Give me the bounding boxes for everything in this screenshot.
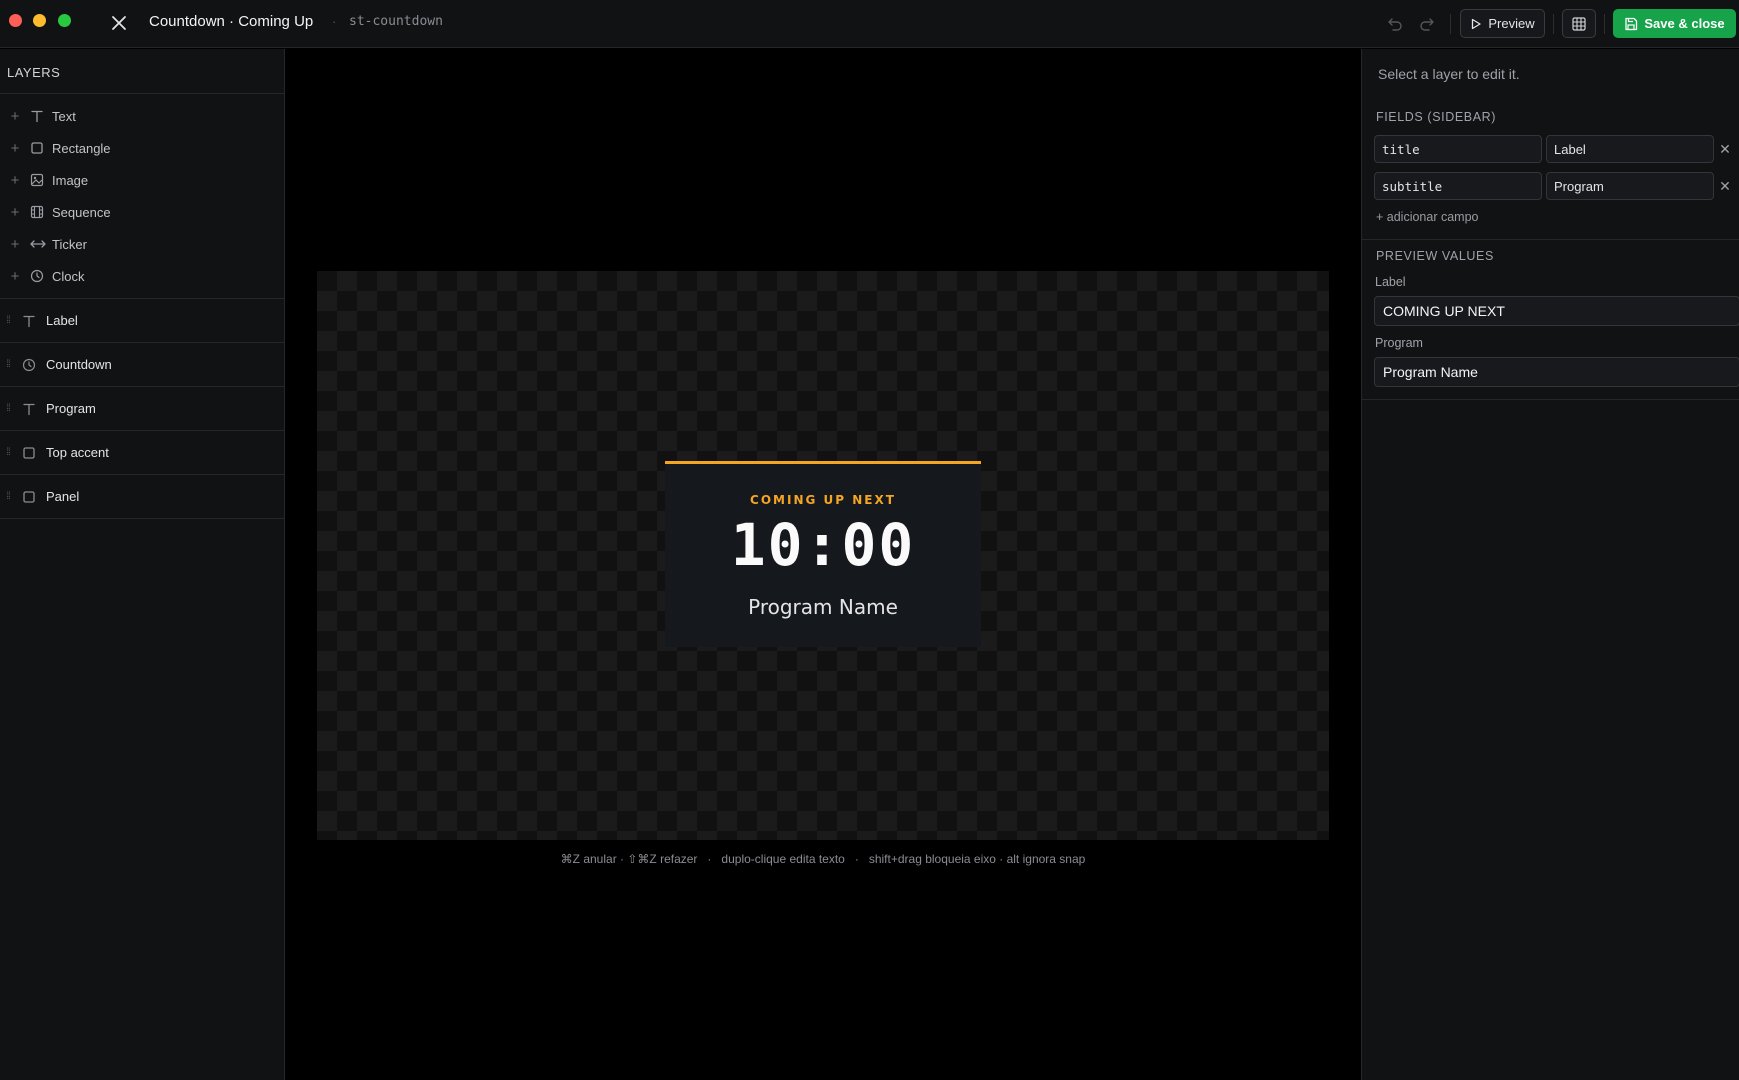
countdown-panel[interactable]: COMING UP NEXT 10:00 Program Name <box>665 461 981 647</box>
ticker-icon <box>30 237 52 251</box>
layer-label: Label <box>46 313 78 328</box>
program-name[interactable]: Program Name <box>665 595 981 619</box>
preview-program-caption: Program <box>1375 336 1423 350</box>
coming-up-label[interactable]: COMING UP NEXT <box>665 493 981 507</box>
preview-button[interactable]: Preview <box>1460 9 1545 38</box>
rectangle-icon <box>22 446 44 460</box>
preview-values-title: PREVIEW VALUES <box>1376 249 1494 263</box>
remove-field-icon[interactable]: ✕ <box>1717 178 1733 194</box>
section-divider <box>1362 399 1739 400</box>
inspector-panel: Select a layer to edit it. FIELDS (SIDEB… <box>1361 49 1739 1080</box>
layer-row-program[interactable]: ⁞⁞ Program <box>0 387 284 431</box>
clock-icon <box>22 358 44 372</box>
undo-icon[interactable] <box>1383 12 1407 36</box>
field-key-input[interactable]: subtitle <box>1374 172 1542 200</box>
plus-icon: + <box>10 107 20 125</box>
rectangle-icon <box>22 490 44 504</box>
add-layer-list: + Text + Rectangle + Image + Sequence + … <box>0 94 284 299</box>
preview-label-caption: Label <box>1375 275 1406 289</box>
save-button-label: Save & close <box>1644 16 1725 31</box>
layer-row-top-accent[interactable]: ⁞⁞ Top accent <box>0 431 284 475</box>
window-close-dot[interactable] <box>9 14 22 27</box>
plus-icon: + <box>10 203 20 221</box>
window-minimize-dot[interactable] <box>33 14 46 27</box>
add-ticker-layer[interactable]: + Ticker <box>0 228 284 260</box>
layers-sidebar: LAYERS + Text + Rectangle + Image + Sequ… <box>0 49 285 1080</box>
transparent-canvas[interactable]: COMING UP NEXT 10:00 Program Name <box>317 271 1329 840</box>
add-item-label: Rectangle <box>52 140 111 156</box>
layer-label: Countdown <box>46 357 112 372</box>
field-label-input[interactable]: Label <box>1546 135 1714 163</box>
keyboard-hints: ⌘Z anular · ⇧⌘Z refazer · duplo-clique e… <box>560 852 1086 866</box>
drag-handle-icon[interactable]: ⁞⁞ <box>0 359 16 370</box>
field-key-input[interactable]: title <box>1374 135 1542 163</box>
document-title: Countdown · Coming Up <box>149 13 314 30</box>
add-item-label: Clock <box>52 268 85 284</box>
text-icon <box>22 402 44 416</box>
preview-button-label: Preview <box>1488 16 1535 31</box>
plus-icon: + <box>10 171 20 189</box>
add-item-label: Ticker <box>52 236 87 252</box>
drag-handle-icon[interactable]: ⁞⁞ <box>0 315 16 326</box>
select-layer-hint: Select a layer to edit it. <box>1378 66 1520 82</box>
add-item-label: Text <box>52 108 76 124</box>
add-text-layer[interactable]: + Text <box>0 100 284 132</box>
layer-label: Top accent <box>46 445 109 460</box>
add-field-link[interactable]: + adicionar campo <box>1376 210 1479 224</box>
add-rectangle-layer[interactable]: + Rectangle <box>0 132 284 164</box>
add-item-label: Sequence <box>52 204 111 220</box>
layer-row-countdown[interactable]: ⁞⁞ Countdown <box>0 343 284 387</box>
plus-icon: + <box>10 267 20 285</box>
toolbar-divider <box>1450 14 1451 34</box>
toolbar-divider <box>1604 14 1605 34</box>
layer-row-label[interactable]: ⁞⁞ Label <box>0 299 284 343</box>
window-zoom-dot[interactable] <box>58 14 71 27</box>
drag-handle-icon[interactable]: ⁞⁞ <box>0 491 16 502</box>
canvas-stage: COMING UP NEXT 10:00 Program Name ⌘Z anu… <box>286 49 1360 1080</box>
preview-label-input[interactable]: COMING UP NEXT <box>1374 296 1739 326</box>
top-accent-bar[interactable] <box>665 461 981 464</box>
add-item-label: Image <box>52 172 89 188</box>
layer-label: Panel <box>46 489 80 504</box>
sequence-icon <box>30 205 52 219</box>
plus-icon: + <box>10 139 20 157</box>
remove-field-icon[interactable]: ✕ <box>1717 141 1733 157</box>
title-bar: Countdown · Coming Up · st-countdown Pre… <box>0 0 1739 48</box>
layer-row-panel[interactable]: ⁞⁞ Panel <box>0 475 284 519</box>
image-icon <box>30 173 52 187</box>
redo-icon[interactable] <box>1415 12 1439 36</box>
title-separator: · <box>332 14 337 29</box>
add-clock-layer[interactable]: + Clock <box>0 260 284 292</box>
section-divider <box>1362 239 1739 240</box>
fields-section-title: FIELDS (SIDEBAR) <box>1376 110 1497 124</box>
layer-label: Program <box>46 401 96 416</box>
document-slug: st-countdown <box>349 14 443 29</box>
layers-header: LAYERS <box>0 49 284 94</box>
plus-icon: + <box>10 235 20 253</box>
countdown-time[interactable]: 10:00 <box>665 511 981 579</box>
drag-handle-icon[interactable]: ⁞⁞ <box>0 447 16 458</box>
text-icon <box>22 314 44 328</box>
text-icon <box>30 109 52 123</box>
toolbar-divider <box>1553 14 1554 34</box>
save-icon <box>1625 17 1638 30</box>
save-and-close-button[interactable]: Save & close <box>1613 9 1736 38</box>
preview-program-input[interactable]: Program Name <box>1374 357 1739 387</box>
add-image-layer[interactable]: + Image <box>0 164 284 196</box>
play-icon <box>1472 18 1482 29</box>
add-sequence-layer[interactable]: + Sequence <box>0 196 284 228</box>
grid-icon <box>1572 16 1586 31</box>
rectangle-icon <box>30 141 52 155</box>
close-icon[interactable] <box>108 12 130 34</box>
clock-icon <box>30 269 52 283</box>
grid-toggle-button[interactable] <box>1562 9 1596 38</box>
drag-handle-icon[interactable]: ⁞⁞ <box>0 403 16 414</box>
field-label-input[interactable]: Program <box>1546 172 1714 200</box>
